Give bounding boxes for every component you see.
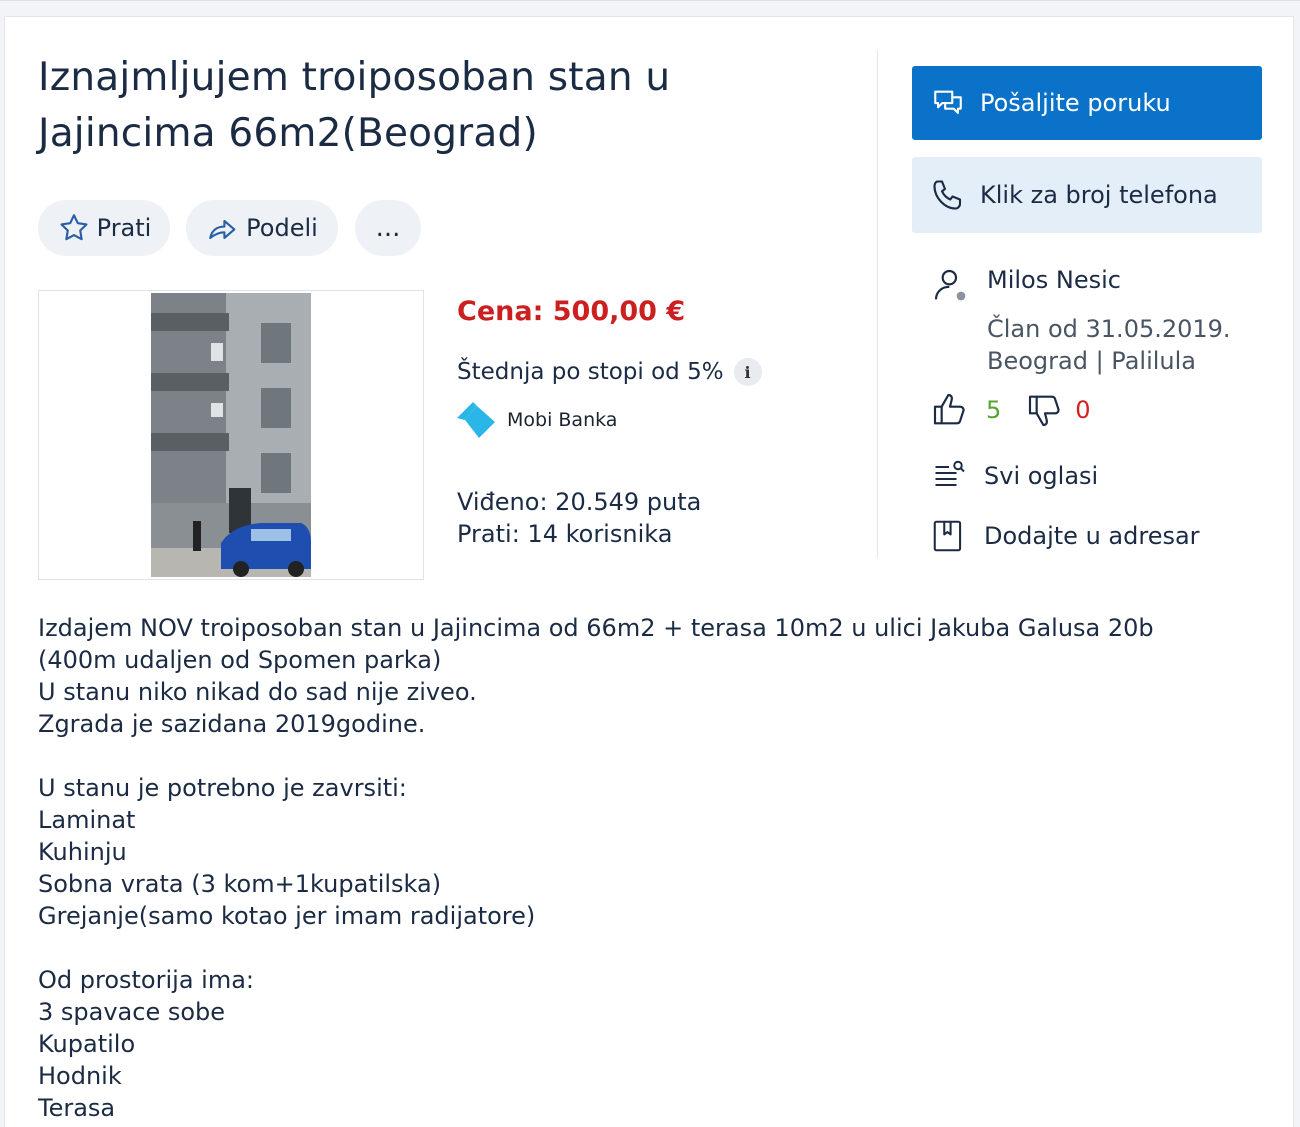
phone-label: Klik za broj telefona	[980, 181, 1218, 209]
share-label: Podeli	[246, 214, 318, 242]
info-icon[interactable]: i	[733, 358, 762, 386]
bank-promo[interactable]: Mobi Banka	[457, 402, 617, 438]
send-message-button[interactable]: Pošaljite poruku	[912, 66, 1262, 140]
follow-button[interactable]: Prati	[38, 200, 170, 256]
all-ads-label: Svi oglasi	[984, 462, 1099, 490]
saving-rate: Štednja po stopi od 5% i	[457, 358, 762, 386]
seller-location: Beograd | Palilula	[987, 347, 1196, 375]
bank-name: Mobi Banka	[507, 409, 618, 431]
column-divider	[877, 50, 878, 558]
list-search-icon	[935, 460, 965, 486]
more-label: ...	[375, 213, 401, 243]
saving-text: Štednja po stopi od 5%	[457, 359, 724, 385]
seller-meta: Član od 31.05.2019. Beograd | Palilula	[987, 313, 1231, 377]
listing-photo[interactable]	[38, 290, 424, 580]
chat-icon	[934, 90, 962, 114]
followers-count: Prati: 14 korisnika	[457, 520, 673, 548]
address-book-icon	[933, 520, 962, 552]
top-divider	[0, 0, 1300, 1]
positive-count: 5	[986, 396, 1002, 424]
user-icon	[930, 266, 972, 310]
listing-stats: Viđeno: 20.549 puta Prati: 14 korisnika	[457, 486, 701, 550]
description-paragraph: Izdajem NOV troiposoban stan u Jajincima…	[38, 614, 1154, 738]
star-icon	[60, 214, 88, 241]
add-to-address-book-link[interactable]: Dodajte u adresar	[930, 516, 1200, 556]
phone-number-button[interactable]: Klik za broj telefona	[912, 157, 1262, 233]
views-count: Viđeno: 20.549 puta	[457, 488, 702, 516]
thumbs-up-icon	[933, 393, 965, 425]
negative-count: 0	[1075, 396, 1091, 424]
phone-icon	[933, 180, 962, 210]
follow-label: Prati	[96, 214, 152, 242]
share-icon	[209, 219, 236, 239]
description-paragraph: Od prostorija ima: 3 spavace sobe Kupati…	[38, 966, 254, 1122]
seller-ratings[interactable]: 5 0	[930, 390, 1091, 430]
building-photo	[151, 293, 311, 577]
description-paragraph: U stanu je potrebno je zavrsiti: Laminat…	[38, 774, 536, 930]
price: Cena: 500,00 €	[457, 296, 686, 327]
more-options-button[interactable]: ...	[355, 200, 421, 256]
all-ads-link[interactable]: Svi oglasi	[930, 456, 1098, 496]
mobi-banka-logo	[457, 402, 495, 438]
member-since: Član od 31.05.2019.	[987, 315, 1231, 343]
share-button[interactable]: Podeli	[186, 200, 338, 256]
address-book-label: Dodajte u adresar	[984, 522, 1200, 550]
seller-name[interactable]: Milos Nesic	[987, 266, 1121, 294]
thumbs-down-icon	[1029, 395, 1060, 427]
send-message-label: Pošaljite poruku	[980, 89, 1171, 117]
listing-description: Izdajem NOV troiposoban stan u Jajincima…	[38, 612, 1258, 1124]
listing-title: Iznajmljujem troiposoban stan u Jajincim…	[38, 55, 671, 156]
